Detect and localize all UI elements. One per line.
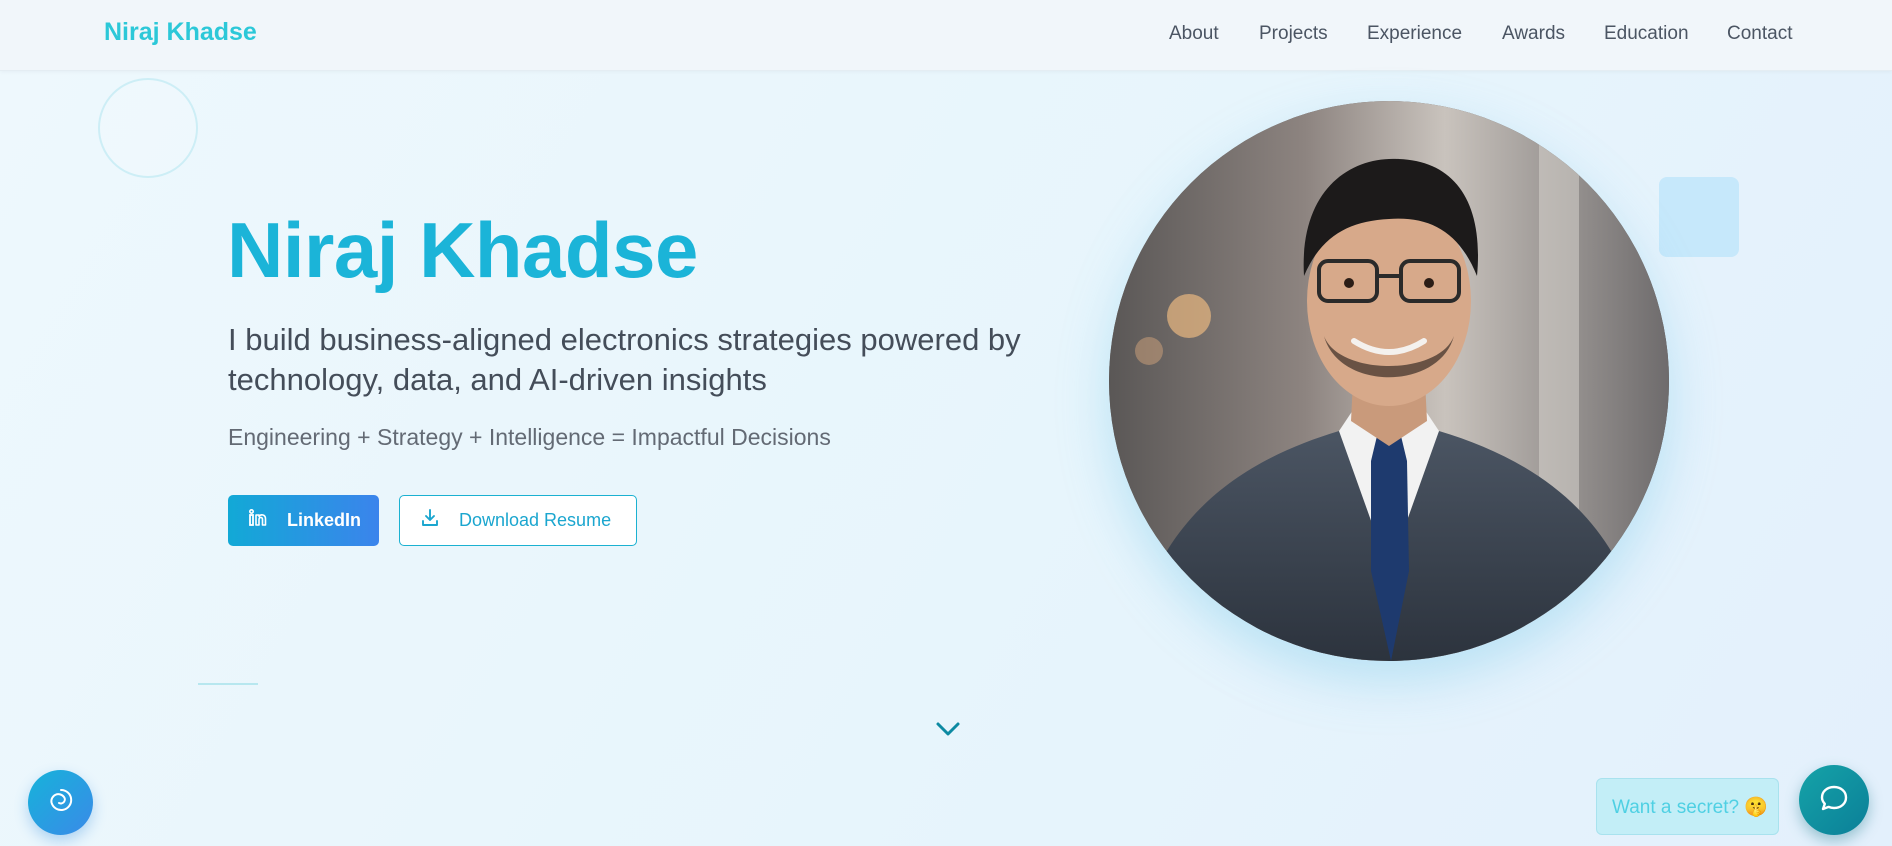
nav-link-about[interactable]: About (1169, 23, 1219, 45)
nav-link-projects[interactable]: Projects (1259, 23, 1328, 45)
hero-subtitle: I build business-aligned electronics str… (228, 322, 1021, 397)
decorative-square (1659, 177, 1739, 257)
nav-link-experience[interactable]: Experience (1367, 23, 1462, 45)
brand-logo[interactable]: Niraj Khadse (104, 18, 257, 47)
download-resume-label: Download Resume (459, 510, 612, 530)
floating-action-button[interactable] (28, 770, 93, 835)
chevron-down-icon (933, 722, 963, 746)
nav-link-awards[interactable]: Awards (1502, 23, 1565, 45)
linkedin-button-label: LinkedIn (287, 510, 362, 530)
spiral-icon (48, 787, 74, 818)
chat-button[interactable] (1799, 765, 1869, 835)
decorative-circle (98, 78, 198, 178)
profile-photo (1109, 101, 1669, 661)
nav-link-education[interactable]: Education (1604, 23, 1689, 45)
decorative-line (198, 683, 258, 685)
download-icon (420, 508, 440, 533)
scroll-down-button[interactable] (933, 718, 963, 742)
hero-tagline: Engineering + Strategy + Intelligence = … (228, 424, 831, 450)
chat-icon (1818, 782, 1850, 819)
linkedin-button[interactable]: LinkedIn (228, 495, 379, 546)
hero-title: Niraj Khadse (227, 206, 698, 294)
profile-photo-illustration (1109, 101, 1669, 661)
secret-prompt[interactable]: Want a secret? 🤫 (1596, 778, 1779, 835)
download-resume-button[interactable]: Download Resume (399, 495, 637, 546)
top-navbar: Niraj Khadse About Projects Experience A… (0, 0, 1892, 71)
nav-link-contact[interactable]: Contact (1727, 23, 1792, 45)
linkedin-icon (248, 508, 268, 533)
